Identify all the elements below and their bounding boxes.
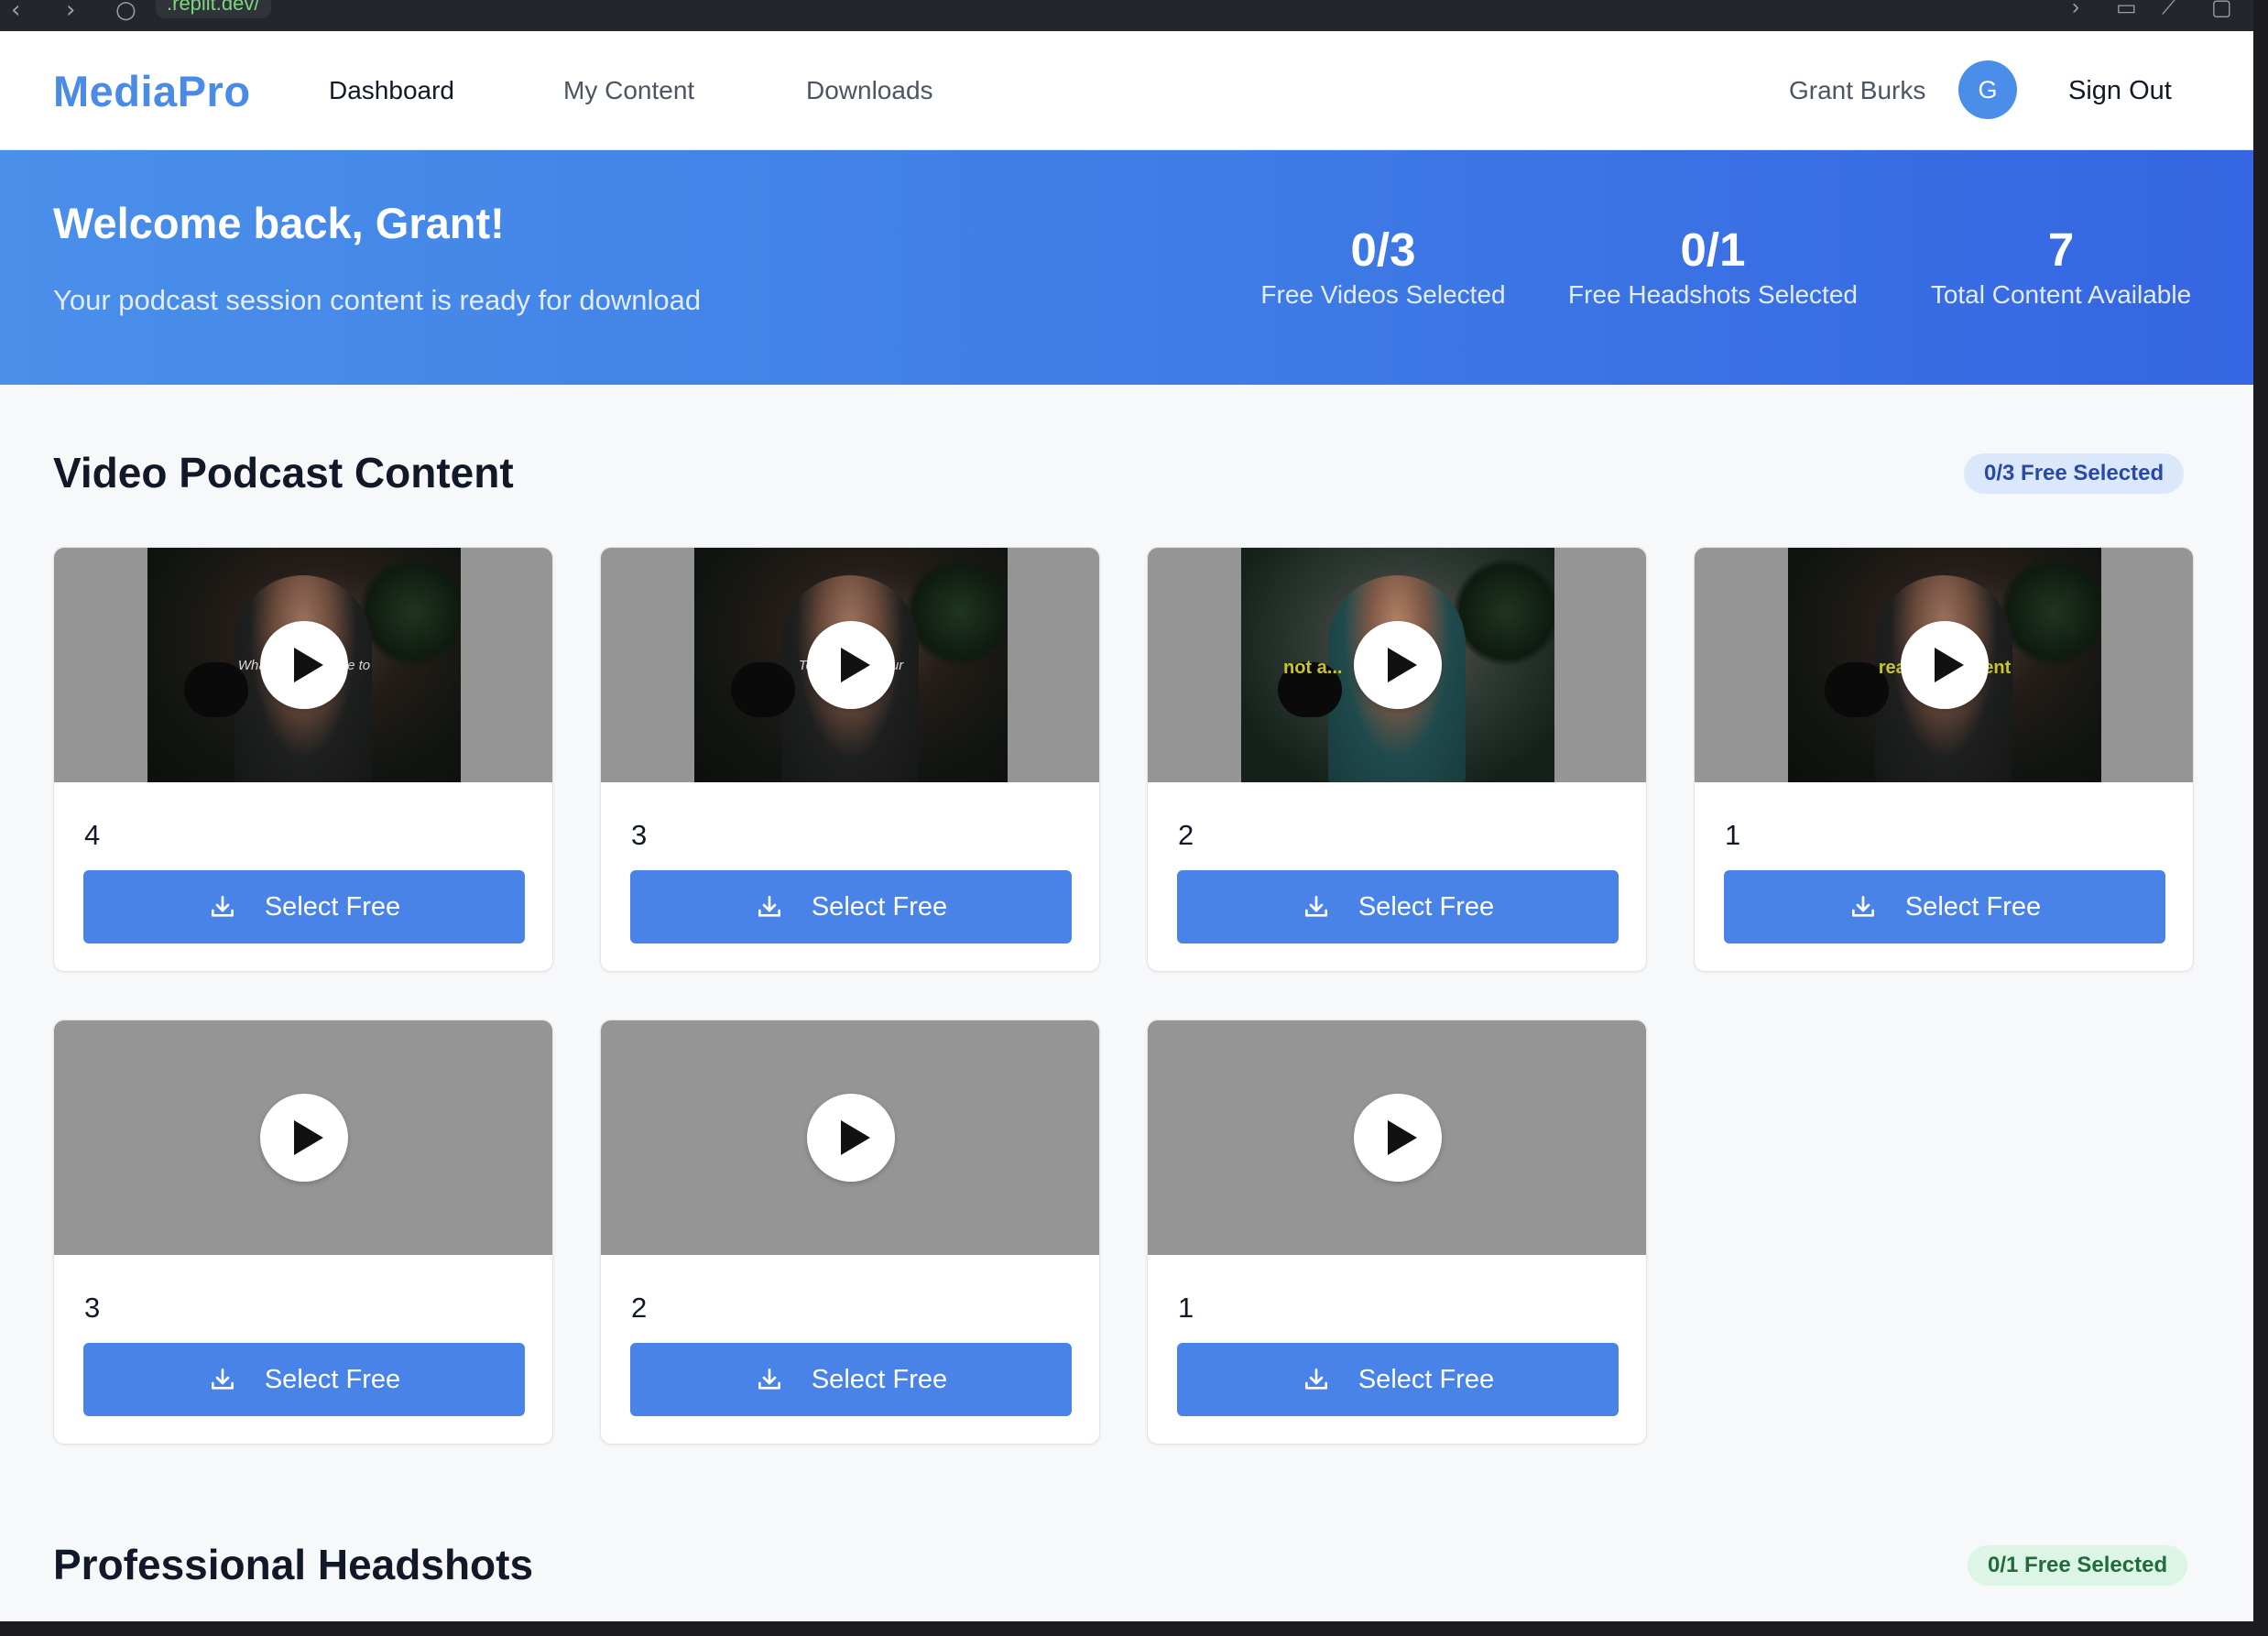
download-icon: [211, 1369, 234, 1390]
video-thumbnail[interactable]: [601, 1020, 1099, 1255]
select-free-label: Select Free: [264, 1364, 401, 1394]
play-icon[interactable]: [1354, 621, 1442, 709]
stat-value: 0/1: [1680, 224, 1746, 276]
stat-value: 7: [2047, 224, 2075, 276]
user-name: Grant Burks: [1789, 76, 1926, 104]
play-icon[interactable]: [807, 621, 895, 709]
top-navbar: MediaPro Dashboard My Content Downloads …: [0, 31, 2253, 150]
select-free-button[interactable]: Select Free: [1177, 1343, 1619, 1416]
nav-my-content[interactable]: My Content: [563, 76, 694, 105]
play-icon[interactable]: [260, 621, 348, 709]
stat-free-headshots: 0/1 Free Headshots Selected: [1557, 224, 1869, 310]
background-plant: [1452, 557, 1554, 667]
download-icon: [211, 896, 234, 917]
video-card: What wo... ...ice be to 4 Select Free: [53, 547, 553, 972]
welcome-title: Welcome back, Grant!: [53, 199, 505, 247]
stat-label: Total Content Available: [1930, 280, 2192, 309]
stat-free-videos: 0/3 Free Videos Selected: [1246, 224, 1521, 310]
welcome-subtitle: Your podcast session content is ready fo…: [53, 284, 702, 316]
play-icon[interactable]: [807, 1094, 895, 1182]
stat-label: Free Videos Selected: [1260, 280, 1506, 309]
tools-icon[interactable]: ⟋: [2162, 0, 2177, 20]
headshot-section-title: Professional Headshots: [53, 1541, 534, 1588]
select-free-button[interactable]: Select Free: [1724, 870, 2165, 943]
nav-downloads[interactable]: Downloads: [806, 76, 933, 105]
stat-total-content: 7 Total Content Available: [1914, 224, 2208, 310]
select-free-button[interactable]: Select Free: [630, 1343, 1072, 1416]
select-free-button[interactable]: Select Free: [83, 1343, 525, 1416]
select-free-button[interactable]: Select Free: [83, 870, 525, 943]
video-thumbnail[interactable]: real e... ...agent: [1695, 548, 2193, 782]
play-icon[interactable]: [260, 1094, 348, 1182]
video-thumbnail[interactable]: Tell m... ...of your: [601, 548, 1099, 782]
download-icon: [1851, 896, 1874, 917]
background-plant: [358, 557, 461, 667]
video-label: 4: [84, 819, 101, 851]
download-icon: [1304, 896, 1327, 917]
video-card: Tell m... ...of your 3 Select Free: [600, 547, 1100, 972]
logo[interactable]: MediaPro: [53, 66, 251, 116]
download-icon: [758, 1369, 780, 1390]
tab-icon[interactable]: ▢: [2211, 0, 2232, 21]
video-card: 3 Select Free: [53, 1020, 553, 1445]
select-free-button[interactable]: Select Free: [630, 870, 1072, 943]
video-thumbnail[interactable]: What wo... ...ice be to: [54, 548, 552, 782]
video-label: 2: [1178, 819, 1194, 851]
video-selected-badge: 0/3 Free Selected: [1964, 453, 2185, 494]
video-label: 1: [1178, 1292, 1194, 1324]
video-label: 1: [1725, 819, 1741, 851]
download-icon: [758, 896, 780, 917]
background-plant: [1999, 557, 2101, 667]
background-plant: [905, 557, 1008, 667]
select-free-label: Select Free: [1358, 1364, 1495, 1394]
video-thumbnail[interactable]: not a...: [1148, 548, 1646, 782]
video-label: 3: [631, 819, 648, 851]
reload-icon[interactable]: ○: [115, 0, 136, 24]
select-free-label: Select Free: [1904, 891, 2042, 922]
play-icon[interactable]: [1354, 1094, 1442, 1182]
sign-out-button[interactable]: Sign Out: [2068, 76, 2172, 106]
select-free-label: Select Free: [811, 891, 948, 922]
video-thumbnail[interactable]: [54, 1020, 552, 1255]
select-free-label: Select Free: [811, 1364, 948, 1394]
nav-dashboard[interactable]: Dashboard: [329, 76, 454, 105]
stat-value: 0/3: [1350, 224, 1416, 276]
select-free-button[interactable]: Select Free: [1177, 870, 1619, 943]
video-label: 3: [84, 1292, 101, 1324]
window-frame: [0, 1621, 2268, 1636]
avatar[interactable]: G: [1958, 60, 2017, 119]
back-icon[interactable]: ‹: [11, 0, 20, 24]
video-section-title: Video Podcast Content: [53, 449, 514, 496]
video-card: not a... 2 Select Free: [1147, 547, 1647, 972]
forward-icon[interactable]: ›: [66, 0, 75, 24]
video-card: 1 Select Free: [1147, 1020, 1647, 1445]
headshot-selected-badge: 0/1 Free Selected: [1968, 1545, 2188, 1586]
video-label: 2: [631, 1292, 648, 1324]
download-icon: [1304, 1369, 1327, 1390]
select-free-label: Select Free: [264, 891, 401, 922]
select-free-label: Select Free: [1358, 891, 1495, 922]
window-frame: [2253, 0, 2268, 1636]
video-card: 2 Select Free: [600, 1020, 1100, 1445]
video-card: real e... ...agent 1 Select Free: [1694, 547, 2194, 972]
browser-toolbar: ‹ › ○ .replit.dev/ › ▭ ⟋ ▢: [0, 0, 2268, 31]
chevron-right-icon[interactable]: ›: [2072, 0, 2079, 20]
address-bar[interactable]: .replit.dev/: [156, 0, 271, 18]
stat-label: Free Headshots Selected: [1568, 280, 1858, 309]
play-icon[interactable]: [1901, 621, 1989, 709]
video-thumbnail[interactable]: [1148, 1020, 1646, 1255]
devices-icon[interactable]: ▭: [2116, 0, 2137, 21]
welcome-banner: Welcome back, Grant! Your podcast sessio…: [0, 150, 2253, 385]
app-viewport: MediaPro Dashboard My Content Downloads …: [0, 31, 2253, 1621]
